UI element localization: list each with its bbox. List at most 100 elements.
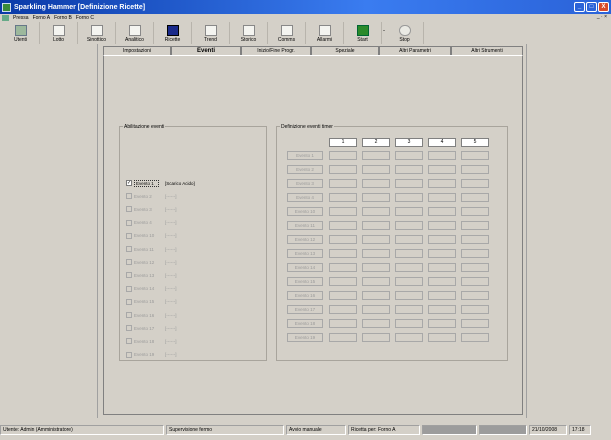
tab-altri-parametri[interactable]: Altri Parametri bbox=[379, 46, 451, 55]
tab-eventi[interactable]: Eventi bbox=[171, 46, 241, 55]
timer-cell-input bbox=[461, 333, 489, 342]
event-value: [------] bbox=[165, 312, 177, 318]
timer-cell-input bbox=[428, 263, 456, 272]
menu-app-icon bbox=[2, 15, 9, 21]
tab-inizio-fine[interactable]: Inizio/Fine Progr. bbox=[241, 46, 311, 55]
menu-item-forno-a[interactable]: Forno A bbox=[33, 15, 51, 21]
timer-cell-input bbox=[428, 235, 456, 244]
timer-cell-input bbox=[428, 151, 456, 160]
document-icon bbox=[204, 25, 217, 36]
event-value: [------] bbox=[165, 286, 177, 292]
timer-cell-input bbox=[428, 221, 456, 230]
recipe-editor: Impostazioni Eventi Inizio/Fine Progr. S… bbox=[97, 44, 527, 418]
event-row: Evento 15 [------] bbox=[126, 298, 177, 306]
minimize-button[interactable]: _ bbox=[574, 2, 585, 12]
stop-button[interactable]: Stop bbox=[386, 22, 424, 44]
timer-cell-input bbox=[395, 291, 423, 300]
event-checkbox bbox=[126, 272, 132, 279]
ricette-button[interactable]: Ricette bbox=[154, 22, 192, 44]
app-icon bbox=[2, 2, 11, 12]
timer-cell-input bbox=[461, 151, 489, 160]
status-blank-2 bbox=[479, 425, 527, 435]
timer-row: Evento 11 bbox=[287, 221, 494, 231]
timer-cell-input bbox=[329, 249, 357, 258]
timer-cell-input bbox=[395, 249, 423, 258]
status-blank-1 bbox=[422, 425, 477, 435]
tab-altri-strumenti[interactable]: Altri Strumenti bbox=[451, 46, 523, 55]
timer-cell-input bbox=[362, 193, 390, 202]
mdi-controls[interactable]: _ · × bbox=[597, 14, 607, 20]
event-row: Evento 2 [------] bbox=[126, 192, 177, 200]
document-icon bbox=[90, 25, 103, 36]
timer-cell-input bbox=[428, 319, 456, 328]
timer-cell-input bbox=[461, 249, 489, 258]
event-checkbox bbox=[126, 232, 132, 239]
document-icon bbox=[128, 25, 141, 36]
document-icon bbox=[280, 25, 293, 36]
allarmi-button[interactable]: Allarmi bbox=[306, 22, 344, 44]
analitico-button[interactable]: Analitico bbox=[116, 22, 154, 44]
event-checkbox[interactable]: ✓ bbox=[126, 180, 132, 186]
timer-cell-input bbox=[461, 305, 489, 314]
close-button[interactable]: X bbox=[598, 2, 609, 12]
timer-cell-input bbox=[362, 165, 390, 174]
menu-item-pressa[interactable]: Pressa bbox=[13, 15, 29, 21]
abilitazione-group: Abilitazione eventi ✓ Evento 1 [Scarico Ac… bbox=[119, 124, 267, 361]
event-name: Evento 16 bbox=[134, 312, 155, 318]
timer-cell-input bbox=[362, 319, 390, 328]
window-controls: _ □ X bbox=[574, 2, 609, 12]
tool-label: Analitico bbox=[125, 37, 144, 43]
tab-strip: Impostazioni Eventi Inizio/Fine Progr. S… bbox=[103, 46, 523, 55]
timer-row-button: Evento 1 bbox=[287, 151, 323, 160]
timer-cell-input bbox=[362, 333, 390, 342]
timer-cell-input bbox=[329, 221, 357, 230]
timer-cell-input bbox=[329, 305, 357, 314]
status-supervision: Supervisione fermo bbox=[166, 425, 284, 435]
timer-cell-input bbox=[461, 179, 489, 188]
status-user: Utente: Admin (Amministratore) bbox=[0, 425, 164, 435]
users-button[interactable]: Utenti bbox=[2, 22, 40, 44]
event-row: Evento 4 [------] bbox=[126, 219, 177, 227]
timer-cell-input bbox=[329, 291, 357, 300]
event-name: Evento 10 bbox=[134, 233, 155, 239]
timer-cell-input bbox=[395, 235, 423, 244]
tool-label: Stop bbox=[399, 37, 410, 43]
timer-row: Evento 19 bbox=[287, 333, 494, 343]
event-value: [------] bbox=[165, 325, 177, 331]
timer-cell-input bbox=[395, 263, 423, 272]
timer-row: Evento 2 bbox=[287, 165, 494, 175]
menu-bar: Pressa Forno A Forno B Forno C _ · × bbox=[0, 14, 611, 22]
comms-button[interactable]: Comms bbox=[268, 22, 306, 44]
menu-item-forno-b[interactable]: Forno B bbox=[54, 15, 72, 21]
start-button[interactable]: Start bbox=[344, 22, 382, 44]
event-name: Evento 14 bbox=[134, 286, 155, 292]
timer-row-button: Evento 14 bbox=[287, 263, 323, 272]
trend-button[interactable]: Trend bbox=[192, 22, 230, 44]
timer-row: Evento 12 bbox=[287, 235, 494, 245]
document-icon bbox=[52, 25, 65, 36]
lotto-button[interactable]: Lotto bbox=[40, 22, 78, 44]
event-name: Evento 17 bbox=[134, 325, 155, 331]
tab-speziale[interactable]: Speziale bbox=[311, 46, 379, 55]
event-row: Evento 10 [------] bbox=[126, 232, 177, 240]
timer-cell-input bbox=[362, 207, 390, 216]
event-row: Evento 16 [------] bbox=[126, 311, 177, 319]
event-value: [------] bbox=[165, 259, 177, 265]
sinottico-button[interactable]: Sinottico bbox=[78, 22, 116, 44]
timer-cell-input bbox=[362, 263, 390, 272]
tab-impostazioni[interactable]: Impostazioni bbox=[103, 46, 171, 55]
storico-button[interactable]: Storico bbox=[230, 22, 268, 44]
timer-row: Evento 15 bbox=[287, 277, 494, 287]
timer-column-header: 2 bbox=[362, 138, 390, 147]
menu-item-forno-c[interactable]: Forno C bbox=[76, 15, 94, 21]
document-icon bbox=[242, 25, 255, 36]
event-checkbox bbox=[126, 285, 132, 292]
timer-row: Evento 16 bbox=[287, 291, 494, 301]
timer-row-button: Evento 15 bbox=[287, 277, 323, 286]
maximize-button[interactable]: □ bbox=[586, 2, 597, 12]
event-checkbox bbox=[126, 298, 132, 305]
event-row: Evento 11 [------] bbox=[126, 245, 177, 253]
timer-row-button: Evento 13 bbox=[287, 249, 323, 258]
timer-row-button: Evento 3 bbox=[287, 179, 323, 188]
timer-row-button: Evento 4 bbox=[287, 193, 323, 202]
